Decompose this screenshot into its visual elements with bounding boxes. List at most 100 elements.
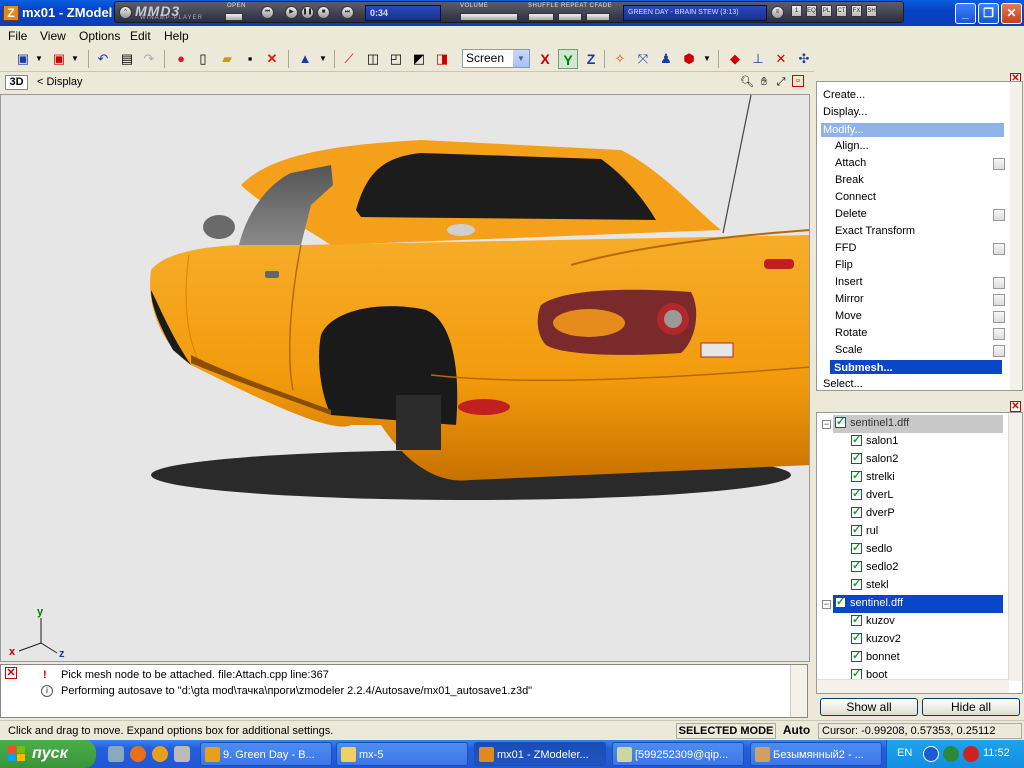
sphere-mode-icon[interactable]: ◩ <box>410 50 428 68</box>
command-ffd[interactable]: FFD <box>835 242 856 254</box>
axis-z-toggle[interactable]: Z <box>581 49 601 69</box>
viewport-display-menu[interactable]: < Display <box>37 76 83 88</box>
language-indicator[interactable]: EN <box>897 747 912 759</box>
taskbar-item-paint[interactable]: Безымянный2 - ... <box>750 742 882 766</box>
play-button[interactable]: ▶ <box>285 6 298 19</box>
open-dropdown-icon[interactable]: ▼ <box>66 50 84 68</box>
toggle-pl[interactable]: PL <box>821 5 832 17</box>
hide-all-button[interactable]: Hide all <box>922 698 1020 716</box>
command-delete[interactable]: Delete <box>835 208 867 220</box>
command-break[interactable]: Break <box>835 174 864 186</box>
tree-item[interactable]: kuzov2 <box>851 630 901 649</box>
crossfade-button[interactable] <box>586 13 610 21</box>
command-rotate[interactable]: Rotate <box>835 327 867 339</box>
tree-item[interactable]: strelki <box>851 468 895 487</box>
toggle-1[interactable]: 1 <box>791 5 802 17</box>
delete-options-checkbox[interactable] <box>993 209 1005 221</box>
toggle-ct[interactable]: CT <box>836 5 847 17</box>
winamp-options-icon[interactable]: ≡ <box>771 6 784 19</box>
command-mirror[interactable]: Mirror <box>835 293 864 305</box>
open-folder-icon[interactable]: ▰ <box>218 50 236 68</box>
pivot-icon[interactable]: ✧ <box>611 50 629 68</box>
expand-toggle-icon[interactable]: − <box>822 600 831 609</box>
visibility-checkbox[interactable] <box>851 612 862 628</box>
toggle-sh[interactable]: SH <box>866 5 877 17</box>
command-select[interactable]: Select... <box>823 378 863 390</box>
stop-button[interactable]: ■ <box>317 6 330 19</box>
tree-item[interactable]: sedlo <box>851 540 892 559</box>
tree-item[interactable]: salon2 <box>851 450 898 469</box>
mirror-options-checkbox[interactable] <box>993 294 1005 306</box>
command-create[interactable]: Create... <box>823 89 865 101</box>
command-submesh[interactable]: Submesh... <box>829 359 1003 375</box>
expand-toggle-icon[interactable]: − <box>822 420 831 429</box>
menu-edit[interactable]: Edit <box>130 29 151 43</box>
taskbar-item-zmodeler[interactable]: mx01 - ZModeler... <box>474 742 606 766</box>
next-button[interactable]: ⏭ <box>341 6 354 19</box>
delete-icon[interactable]: ✕ <box>263 50 281 68</box>
winamp-titlebar-player[interactable]: ^ MMD3 WINAMP-PLAYER OPEN ⏮ ▶ ❚❚ ■ ⏭ 0:3… <box>114 1 904 23</box>
undo-icon[interactable]: ↶ <box>94 50 112 68</box>
menu-file[interactable]: File <box>8 29 27 43</box>
new-scene-dropdown-icon[interactable]: ▼ <box>30 50 48 68</box>
command-insert[interactable]: Insert <box>835 276 863 288</box>
scale-gizmo-icon[interactable]: ✣ <box>795 50 813 68</box>
visibility-checkbox[interactable] <box>851 540 862 556</box>
toggle-fx[interactable]: FX <box>851 5 862 17</box>
visibility-checkbox[interactable] <box>851 576 862 592</box>
3d-viewport[interactable]: y x z <box>0 94 810 662</box>
tree-item[interactable]: dverL <box>851 486 894 505</box>
tree-item[interactable]: stekl <box>851 576 889 595</box>
new-file-icon[interactable]: ▯ <box>194 50 212 68</box>
chevron-down-icon[interactable]: ▼ <box>513 50 529 67</box>
tree-item[interactable]: rul <box>851 522 878 541</box>
tray-app-icon[interactable] <box>943 746 959 762</box>
volume-slider[interactable] <box>460 13 518 21</box>
visibility-checkbox[interactable] <box>835 594 846 610</box>
tree-item[interactable]: salon1 <box>851 432 898 451</box>
command-scale[interactable]: Scale <box>835 344 863 356</box>
quicklaunch-expand-icon[interactable] <box>174 746 190 762</box>
title-bar[interactable]: Z mx01 - ZModel ^ MMD3 WINAMP-PLAYER OPE… <box>0 0 1024 26</box>
selected-mode-indicator[interactable]: SELECTED MODE <box>676 723 776 739</box>
pause-button[interactable]: ❚❚ <box>301 6 314 19</box>
face-mode-icon[interactable]: ◫ <box>364 50 382 68</box>
tree-panel-close-icon[interactable]: ✕ <box>1010 401 1021 412</box>
menu-options[interactable]: Options <box>79 29 120 43</box>
axis-gizmo-icon[interactable]: ⊥ <box>749 50 767 68</box>
command-connect[interactable]: Connect <box>835 191 876 203</box>
close-button[interactable]: ✕ <box>1001 3 1022 24</box>
tree-horizontal-scrollbar[interactable] <box>817 679 1009 693</box>
zoom-icon[interactable]: 🔍︎ <box>740 75 754 89</box>
open-button[interactable] <box>225 13 243 21</box>
tree-item[interactable]: sedlo2 <box>851 558 898 577</box>
visibility-checkbox[interactable] <box>851 432 862 448</box>
tray-alert-icon[interactable] <box>963 746 979 762</box>
tree-item[interactable]: bonnet <box>851 648 900 667</box>
ffd-options-checkbox[interactable] <box>993 243 1005 255</box>
visibility-checkbox[interactable] <box>851 522 862 538</box>
figure-icon[interactable]: ♟ <box>657 50 675 68</box>
save-icon[interactable]: ▪ <box>241 50 259 68</box>
prev-button[interactable]: ⏮ <box>261 6 274 19</box>
command-display[interactable]: Display... <box>823 106 867 118</box>
object-mode-icon[interactable]: ◰ <box>387 50 405 68</box>
visibility-checkbox[interactable] <box>851 648 862 664</box>
toggle-eq[interactable]: EQ <box>806 5 817 17</box>
coordinate-system-select[interactable]: Screen ▼ <box>462 49 530 68</box>
winamp-quicklaunch-icon[interactable] <box>152 746 168 762</box>
camera-dropdown-icon[interactable]: ▼ <box>698 50 716 68</box>
command-align[interactable]: Align... <box>835 140 869 152</box>
tree-vertical-scrollbar[interactable] <box>1008 413 1022 681</box>
taskbar-item-winamp[interactable]: 9. Green Day - B... <box>200 742 332 766</box>
attach-options-checkbox[interactable] <box>993 158 1005 170</box>
menu-view[interactable]: View <box>40 29 66 43</box>
log-scrollbar[interactable] <box>790 665 807 717</box>
axis-x-toggle[interactable]: X <box>535 49 555 69</box>
material-icon[interactable]: ◆ <box>726 50 744 68</box>
command-attach[interactable]: Attach <box>835 157 866 169</box>
tree-item[interactable]: dverP <box>851 504 895 523</box>
cross-gizmo-icon[interactable]: ✕ <box>772 50 790 68</box>
auto-indicator[interactable]: Auto <box>780 723 813 739</box>
transform-icon[interactable]: ⤧ <box>634 50 652 68</box>
